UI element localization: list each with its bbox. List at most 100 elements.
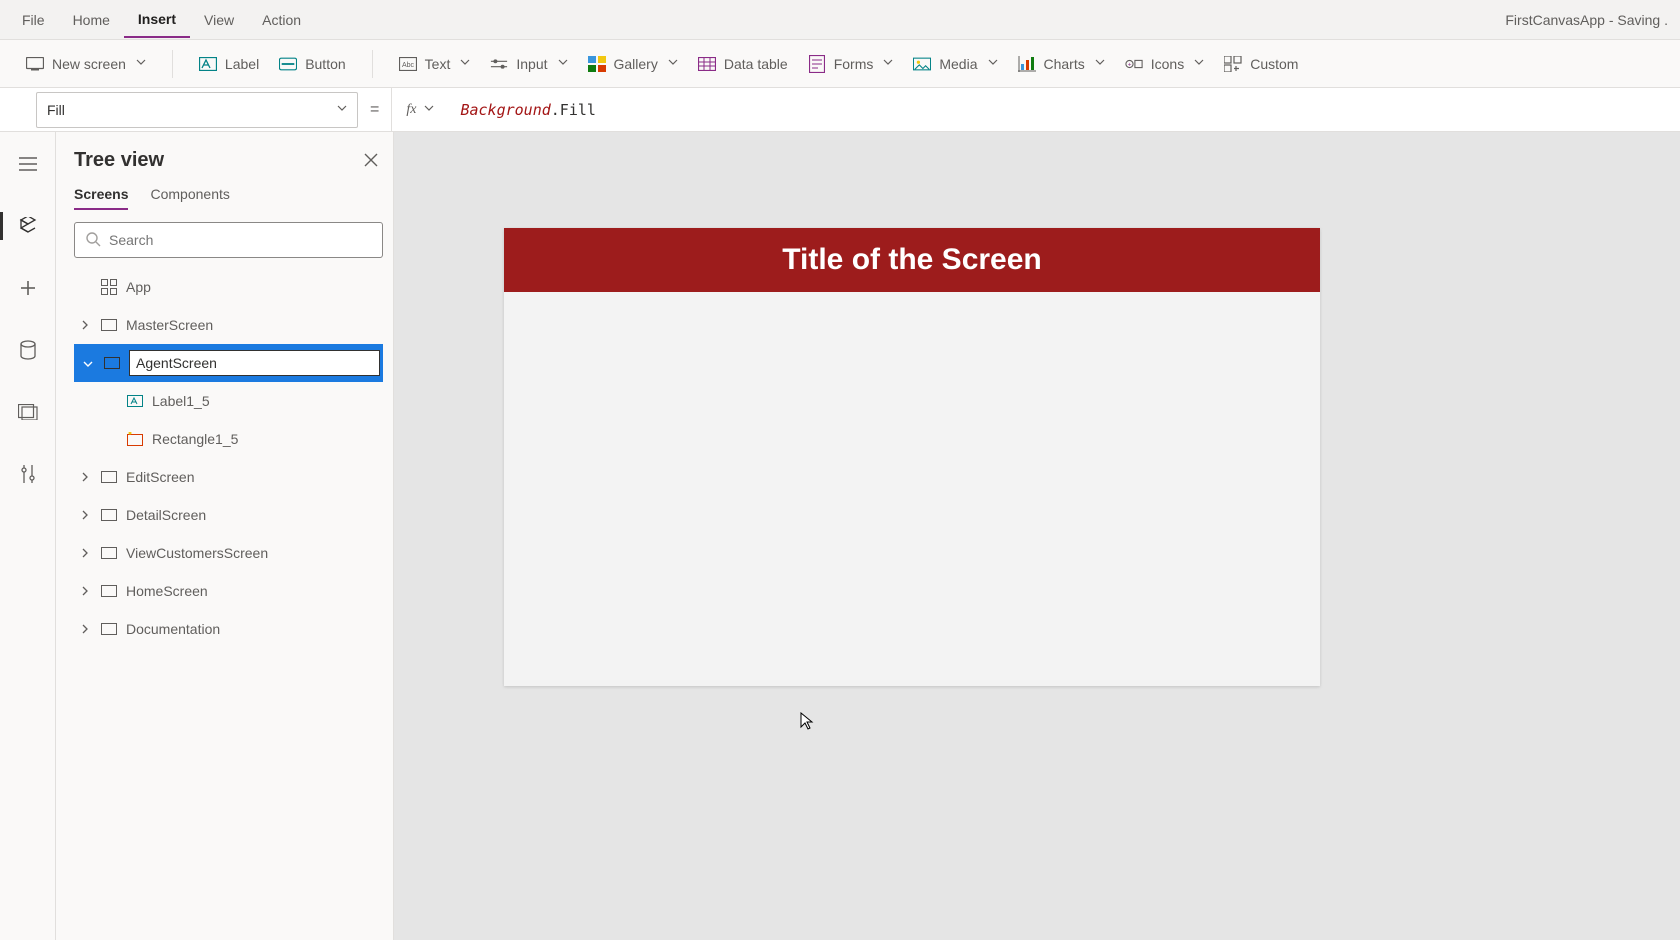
tree-label: Label1_5: [152, 393, 210, 409]
tree-label: HomeScreen: [126, 583, 208, 599]
equals-sign: =: [370, 101, 379, 119]
menu-view[interactable]: View: [190, 2, 248, 38]
app-title-status: FirstCanvasApp - Saving .: [1505, 12, 1672, 28]
chevron-right-icon[interactable]: [78, 545, 92, 561]
tree-node-detailscreen[interactable]: DetailScreen: [74, 496, 383, 534]
formula-token-object: Background: [460, 101, 550, 119]
tree-node-documentation[interactable]: Documentation: [74, 610, 383, 648]
left-rail: [0, 132, 56, 940]
tree-node-editscreen[interactable]: EditScreen: [74, 458, 383, 496]
tree-view-title: Tree view: [74, 149, 164, 172]
gallery-dropdown[interactable]: Gallery: [578, 49, 688, 79]
charts-dropdown[interactable]: Charts: [1008, 49, 1115, 79]
menu-bar: File Home Insert View Action FirstCanvas…: [0, 0, 1680, 40]
menu-home[interactable]: Home: [59, 2, 124, 38]
chevron-right-icon[interactable]: [78, 317, 92, 333]
chevron-down-icon: [558, 59, 568, 69]
tree-label: Rectangle1_5: [152, 431, 238, 447]
screen-icon: [103, 354, 121, 372]
separator: [172, 50, 173, 78]
tree-label: MasterScreen: [126, 317, 213, 333]
insert-button[interactable]: [8, 268, 48, 308]
fx-indicator[interactable]: fx: [391, 88, 448, 131]
tab-screens[interactable]: Screens: [74, 186, 128, 210]
svg-text:+: +: [1127, 61, 1131, 68]
chart-icon: [1018, 55, 1036, 73]
tree-node-rectangle1-5[interactable]: Rectangle1_5: [74, 420, 383, 458]
tree-view-panel: Tree view Screens Components App: [56, 132, 394, 940]
chevron-right-icon[interactable]: [78, 507, 92, 523]
slider-icon: [490, 55, 508, 73]
tree-node-homescreen[interactable]: HomeScreen: [74, 572, 383, 610]
chevron-down-icon: [988, 59, 998, 69]
screen-icon: [100, 544, 118, 562]
chevron-right-icon[interactable]: [78, 469, 92, 485]
menu-file[interactable]: File: [8, 2, 59, 38]
tree-node-app[interactable]: App: [74, 268, 383, 306]
data-button[interactable]: [8, 330, 48, 370]
tab-components[interactable]: Components: [150, 186, 229, 210]
media-rail-button[interactable]: [8, 392, 48, 432]
chevron-down-icon[interactable]: [81, 355, 95, 371]
label-button[interactable]: Label: [189, 49, 269, 79]
menu-insert[interactable]: Insert: [124, 2, 190, 38]
new-screen-button[interactable]: New screen: [16, 49, 156, 79]
chevron-right-icon[interactable]: [78, 621, 92, 637]
tree-node-label1-5[interactable]: Label1_5: [74, 382, 383, 420]
screen-icon: [100, 582, 118, 600]
cursor-icon: [800, 712, 814, 730]
icons-label: Icons: [1151, 56, 1184, 72]
tree-node-viewcustomersscreen[interactable]: ViewCustomersScreen: [74, 534, 383, 572]
separator: [372, 50, 373, 78]
chevron-down-icon: [1194, 59, 1204, 69]
tree-node-masterscreen[interactable]: MasterScreen: [74, 306, 383, 344]
rectangle-icon: [126, 430, 144, 448]
button-button[interactable]: Button: [269, 49, 355, 79]
tree-label: EditScreen: [126, 469, 194, 485]
media-dropdown[interactable]: Media: [903, 49, 1007, 79]
app-icon: [100, 278, 118, 296]
gallery-label: Gallery: [614, 56, 658, 72]
custom-dropdown[interactable]: Custom: [1214, 49, 1308, 79]
property-selector[interactable]: Fill: [36, 92, 358, 128]
screen-icon: [100, 316, 118, 334]
search-icon: [85, 231, 101, 250]
advanced-button[interactable]: [8, 454, 48, 494]
search-input[interactable]: [109, 232, 372, 248]
forms-dropdown[interactable]: Forms: [798, 49, 904, 79]
icons-dropdown[interactable]: + Icons: [1115, 49, 1214, 79]
search-box[interactable]: [74, 222, 383, 258]
canvas-area[interactable]: Title of the Screen: [394, 132, 1680, 940]
tree-label: DetailScreen: [126, 507, 206, 523]
chevron-right-icon[interactable]: [78, 583, 92, 599]
close-panel-button[interactable]: [359, 148, 383, 172]
form-icon: [808, 55, 826, 73]
screen-icon: [100, 506, 118, 524]
rename-input[interactable]: [129, 350, 380, 376]
formula-input[interactable]: Background.Fill: [460, 101, 1680, 119]
tree-node-agentscreen-editing[interactable]: [74, 344, 383, 382]
label-icon: [126, 392, 144, 410]
tree-view-button[interactable]: [8, 206, 48, 246]
property-label: Fill: [47, 102, 65, 118]
input-dropdown[interactable]: Input: [480, 49, 577, 79]
screen-title-bar[interactable]: Title of the Screen: [504, 228, 1320, 292]
menu-action[interactable]: Action: [248, 2, 315, 38]
screen-icon: [26, 55, 44, 73]
text-label: Text: [425, 56, 451, 72]
screen-icon: [100, 468, 118, 486]
formula-token-prop: .Fill: [551, 101, 596, 119]
label-text: Label: [225, 56, 259, 72]
text-dropdown[interactable]: Abc Text: [389, 49, 481, 79]
label-icon: [199, 55, 217, 73]
tree-label: ViewCustomersScreen: [126, 545, 268, 561]
gallery-icon: [588, 55, 606, 73]
device-preview[interactable]: Title of the Screen: [504, 228, 1320, 686]
screen-icon: [100, 620, 118, 638]
data-table-button[interactable]: Data table: [688, 49, 798, 79]
screen-title-label: Title of the Screen: [782, 243, 1042, 277]
charts-label: Charts: [1044, 56, 1085, 72]
icons-icon: +: [1125, 55, 1143, 73]
hamburger-button[interactable]: [8, 144, 48, 184]
ribbon-toolbar: New screen Label Button Abc Text: [0, 40, 1680, 88]
